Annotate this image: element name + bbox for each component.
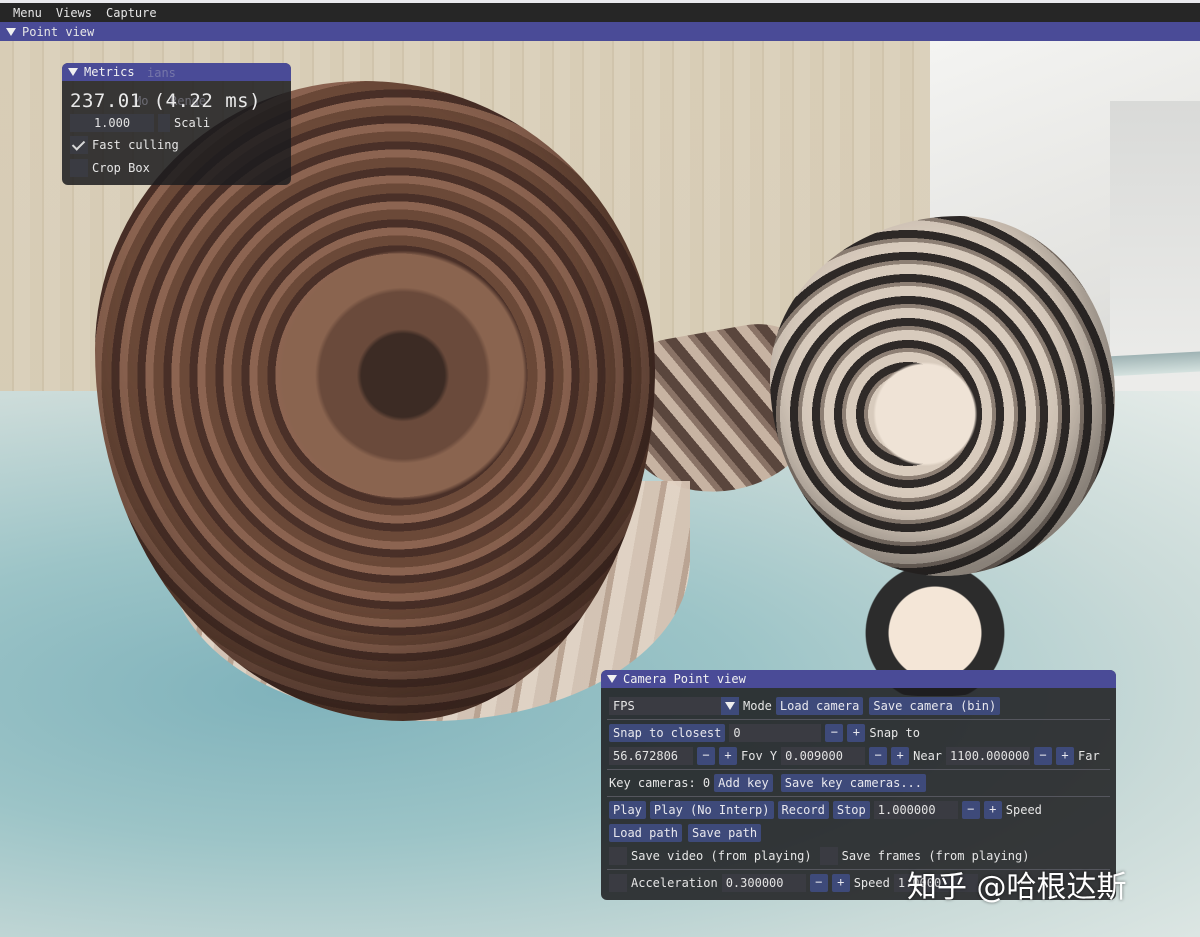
crop-box-checkbox[interactable] xyxy=(70,159,88,177)
play-button[interactable]: Play xyxy=(609,801,646,819)
save-video-label: Save video (from playing) xyxy=(631,849,812,863)
crop-box-label: Crop Box xyxy=(92,161,150,175)
save-camera-button[interactable]: Save camera (bin) xyxy=(869,697,1001,715)
load-camera-button[interactable]: Load camera xyxy=(775,697,864,715)
point-view-title: Point view xyxy=(22,24,95,39)
mode-label: Mode xyxy=(743,699,772,713)
snap-increment-button[interactable]: + xyxy=(847,724,866,742)
watermark-text: 知乎 @哈根达斯 xyxy=(907,870,1127,905)
scale-label: Scali xyxy=(174,116,211,130)
divider xyxy=(607,719,1110,720)
save-video-checkbox[interactable] xyxy=(609,847,627,865)
fov-increment-button[interactable]: + xyxy=(719,747,737,765)
acceleration-checkbox[interactable] xyxy=(609,874,627,892)
divider xyxy=(607,796,1110,797)
save-frames-checkbox[interactable] xyxy=(819,847,838,865)
save-key-cameras-button[interactable]: Save key cameras... xyxy=(780,774,927,792)
stop-button[interactable]: Stop xyxy=(832,801,870,819)
fov-input[interactable]: 56.672806 xyxy=(609,747,693,765)
menu-item-capture[interactable]: Capture xyxy=(99,6,164,20)
chevron-down-icon[interactable] xyxy=(721,697,739,715)
fov-decrement-button[interactable]: − xyxy=(697,747,715,765)
collapse-triangle-icon[interactable] xyxy=(6,27,16,36)
snap-to-input[interactable]: 0 xyxy=(729,724,822,742)
speed-label: Speed xyxy=(853,876,890,890)
near-label: Near xyxy=(913,749,943,763)
load-path-button[interactable]: Load path xyxy=(609,824,683,842)
far-label: Far xyxy=(1078,749,1100,763)
add-key-button[interactable]: Add key xyxy=(714,774,773,792)
camera-title: Camera Point view xyxy=(623,672,746,686)
fps-readout: 237.01 (4.22 ms) xyxy=(70,90,262,112)
divider xyxy=(607,769,1110,770)
near-increment-button[interactable]: + xyxy=(891,747,910,765)
menu-item-views[interactable]: Views xyxy=(49,6,99,20)
far-decrement-button[interactable]: − xyxy=(1034,747,1053,765)
scale-input[interactable]: 1.000 xyxy=(70,114,154,132)
near-input[interactable]: 0.009000 xyxy=(781,747,866,765)
acceleration-increment-button[interactable]: + xyxy=(831,874,850,892)
scale-checkbox[interactable] xyxy=(158,114,170,132)
play-no-interp-button[interactable]: Play (No Interp) xyxy=(649,801,774,819)
near-decrement-button[interactable]: − xyxy=(869,747,888,765)
metrics-title-bar[interactable]: Metrics ians xyxy=(62,63,291,81)
metrics-title: Metrics xyxy=(84,65,135,79)
collapse-triangle-icon[interactable] xyxy=(68,68,78,76)
far-input[interactable]: 1100.000000 xyxy=(946,747,1031,765)
acceleration-label: Acceleration xyxy=(631,876,718,890)
mode-combo-value: FPS xyxy=(613,699,635,713)
play-speed-input[interactable]: 1.000000 xyxy=(873,801,958,819)
mode-combo[interactable]: FPS xyxy=(609,697,739,715)
play-speed-decrement-button[interactable]: − xyxy=(961,801,980,819)
menu-item-menu[interactable]: Menu xyxy=(6,6,49,20)
fast-culling-checkbox[interactable] xyxy=(70,136,88,154)
metrics-window: Metrics ians Mo Rende 1.000 Scali Fast c… xyxy=(62,63,291,185)
collapse-triangle-icon[interactable] xyxy=(607,675,617,683)
fov-label: Fov Y xyxy=(741,749,778,763)
ghost-tab-text: ians xyxy=(147,66,176,80)
key-cameras-label: Key cameras: 0 xyxy=(609,776,711,790)
save-frames-label: Save frames (from playing) xyxy=(841,849,1030,863)
snap-to-label: Snap to xyxy=(869,726,920,740)
record-button[interactable]: Record xyxy=(777,801,829,819)
play-speed-label: Speed xyxy=(1005,803,1042,817)
save-path-button[interactable]: Save path xyxy=(688,824,762,842)
snap-decrement-button[interactable]: − xyxy=(825,724,844,742)
menu-bar: Menu Views Capture xyxy=(0,0,1200,22)
far-increment-button[interactable]: + xyxy=(1056,747,1075,765)
acceleration-input[interactable]: 0.300000 xyxy=(721,874,806,892)
fast-culling-label: Fast culling xyxy=(92,138,179,152)
point-view-header[interactable]: Point view xyxy=(0,22,1200,41)
snap-to-closest-button[interactable]: Snap to closest xyxy=(609,724,726,742)
camera-title-bar[interactable]: Camera Point view xyxy=(601,670,1116,688)
acceleration-decrement-button[interactable]: − xyxy=(809,874,828,892)
play-speed-increment-button[interactable]: + xyxy=(983,801,1002,819)
